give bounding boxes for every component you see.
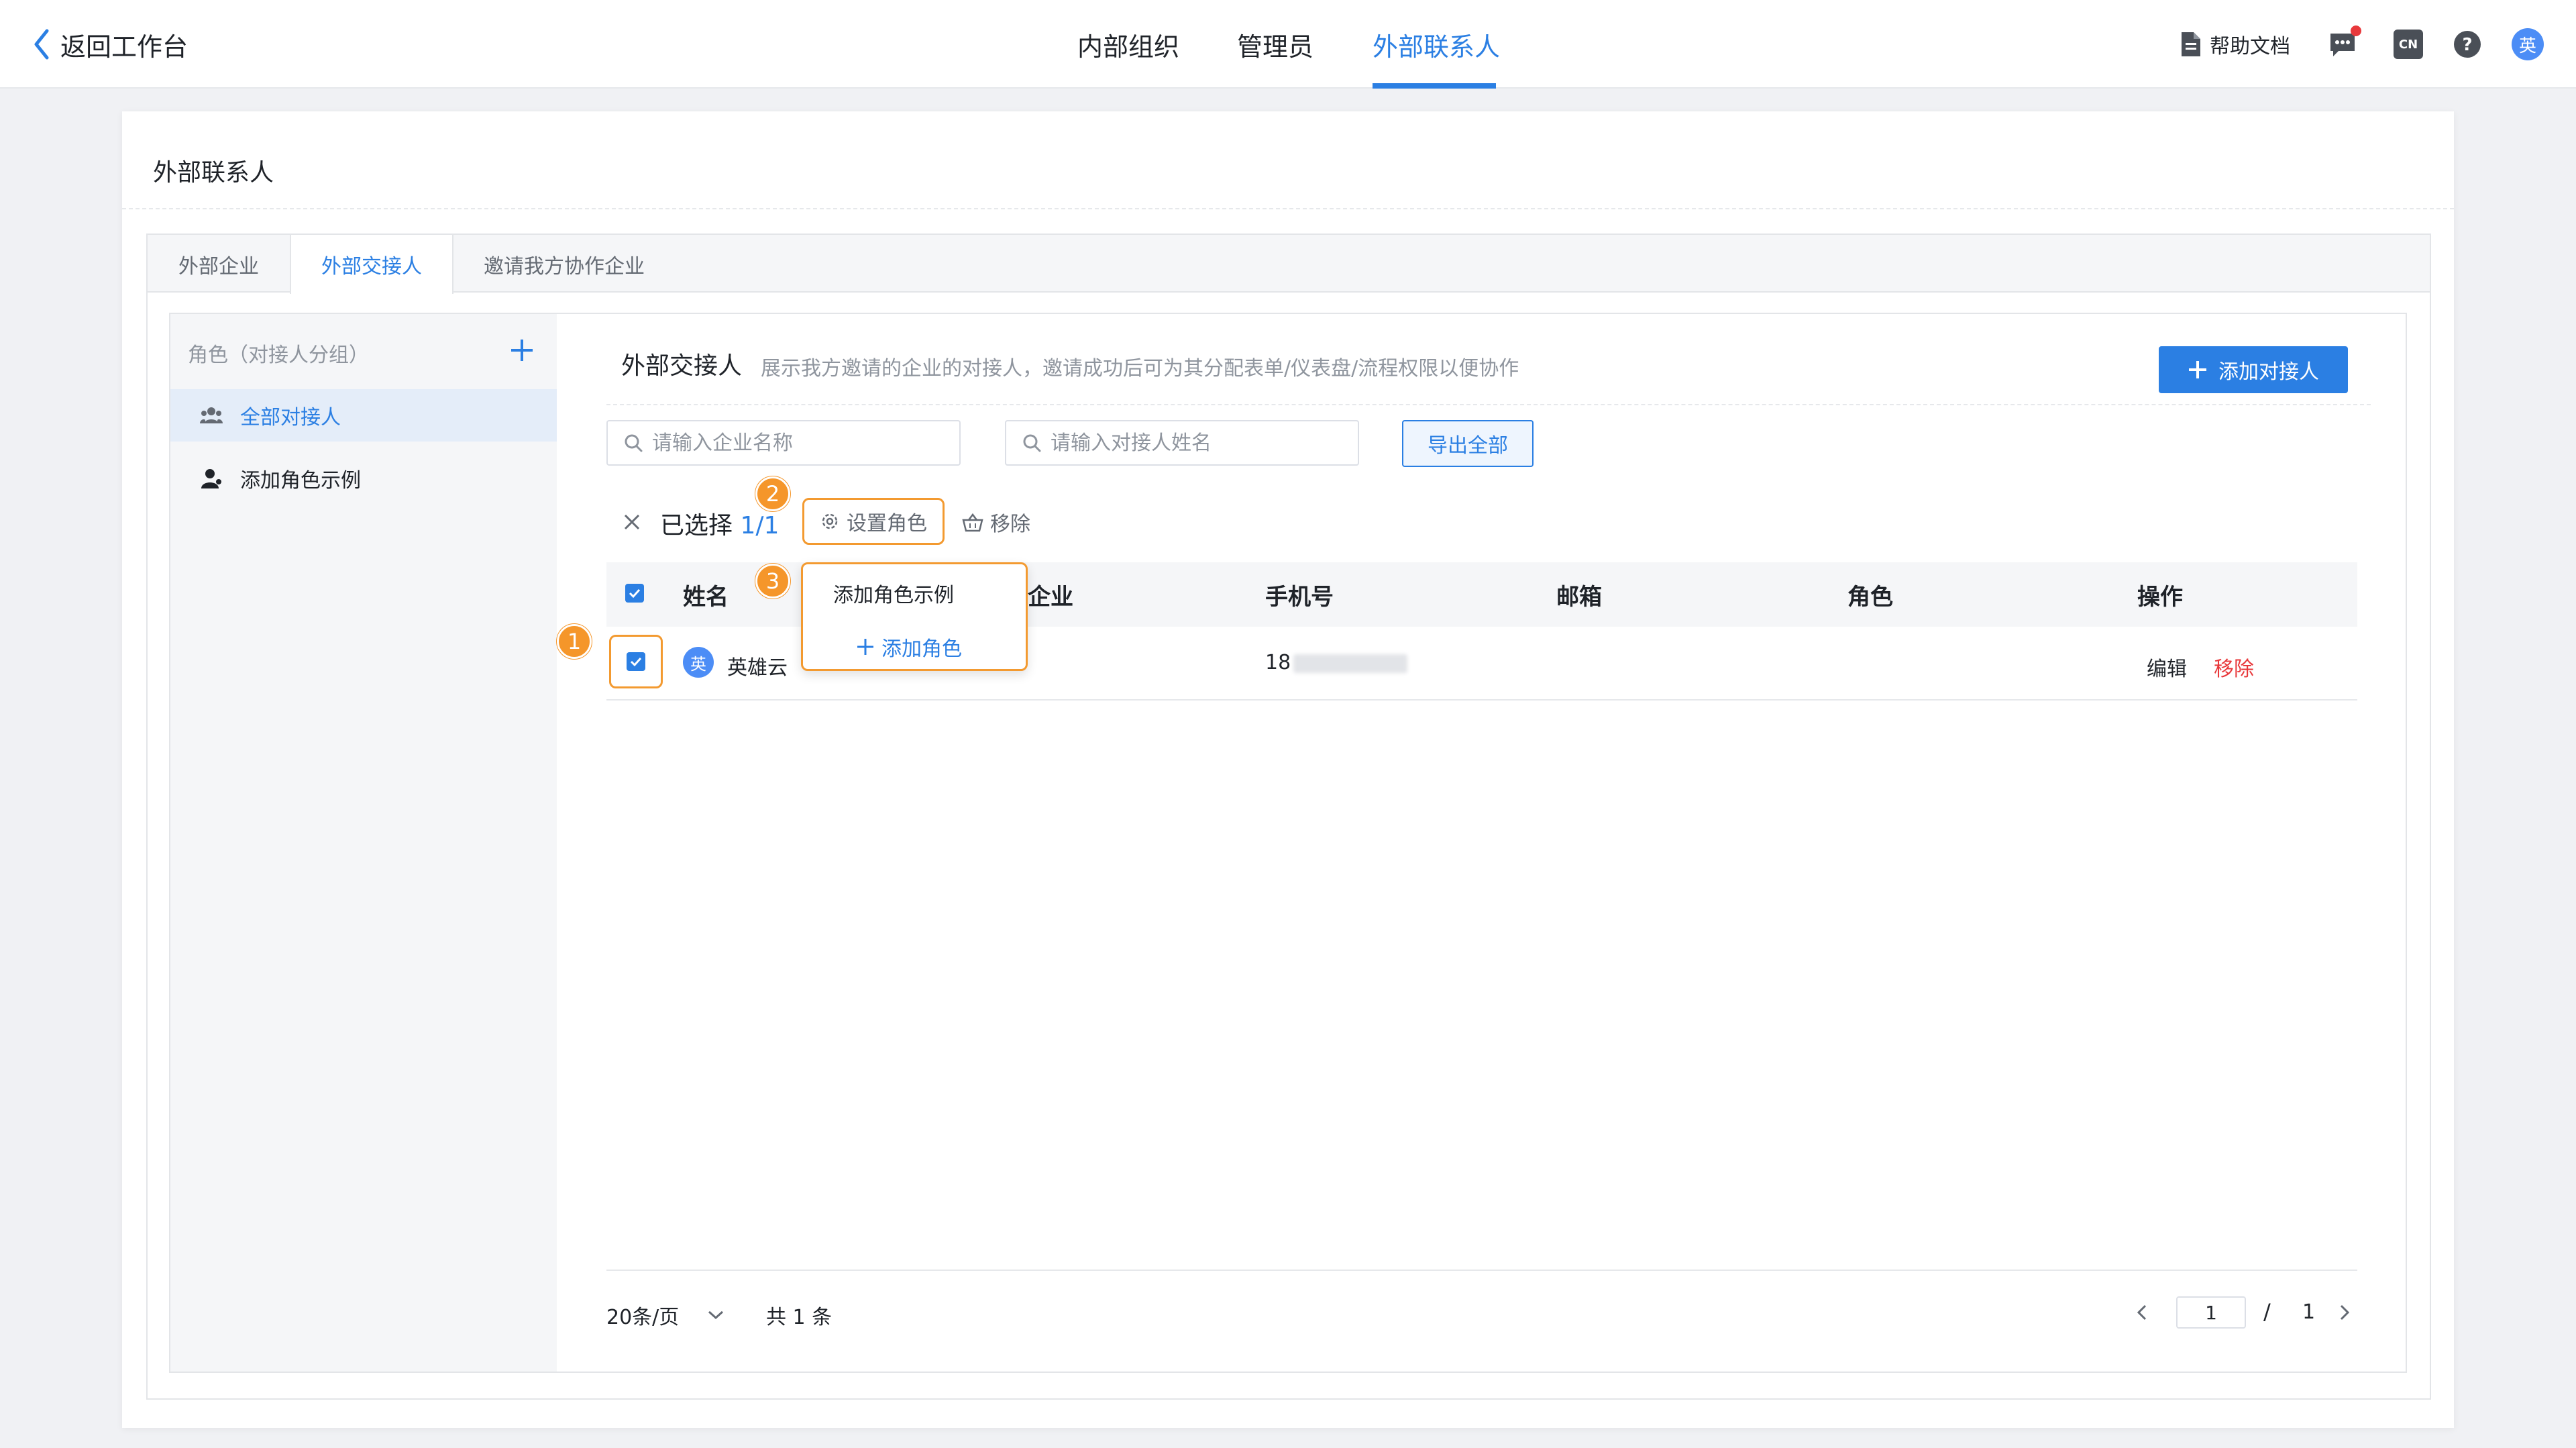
total-count: 共 1 条: [766, 1306, 833, 1329]
set-role-button[interactable]: 设置角色: [802, 498, 945, 545]
page-size-select[interactable]: 20条/页: [606, 1300, 724, 1330]
edit-link[interactable]: 编辑: [2147, 652, 2187, 682]
selection-count: 1/1: [740, 512, 780, 539]
title-divider: [122, 208, 2454, 209]
add-contact-button[interactable]: 添加对接人: [2159, 346, 2348, 393]
add-role-plus-icon[interactable]: [507, 335, 537, 365]
section-description: 展示我方邀请的企业的对接人，邀请成功后可为其分配表单/仪表盘/流程权限以便协作: [761, 357, 1519, 380]
contact-phone: 18: [1265, 651, 1408, 674]
page-number-input[interactable]: [2176, 1296, 2246, 1329]
check-icon: [629, 588, 641, 599]
back-label: 返回工作台: [60, 32, 189, 62]
remove-link[interactable]: 移除: [2214, 652, 2254, 682]
selection-status: 已选择 1/1: [660, 506, 779, 541]
contact-search-box: [1005, 420, 1359, 466]
column-header-role: 角色: [1847, 584, 1893, 611]
role-option-example[interactable]: 添加角色示例: [833, 578, 954, 608]
check-icon: [630, 657, 642, 667]
step-marker-2: 2: [755, 476, 790, 511]
plus-icon: [2189, 361, 2206, 378]
column-header-email: 邮箱: [1556, 584, 1602, 611]
next-page-icon[interactable]: [2333, 1302, 2355, 1323]
export-all-button[interactable]: 导出全部: [1402, 420, 1534, 467]
batch-remove-button[interactable]: 移除: [962, 507, 1030, 537]
help-question-icon[interactable]: ?: [2453, 30, 2482, 59]
plus-icon: [857, 639, 873, 655]
tab-external-contacts[interactable]: 外部联系人: [1373, 0, 1500, 89]
active-tab-indicator: [1373, 83, 1496, 89]
contact-search-input[interactable]: [1051, 431, 1358, 455]
section-title: 外部交接人: [621, 352, 743, 380]
sidebar-item-label: 添加角色示例: [240, 469, 361, 493]
sidebar-item-all-contacts[interactable]: 全部对接人: [170, 389, 557, 442]
column-header-name: 姓名: [683, 584, 729, 611]
selection-prefix: 已选择: [660, 512, 733, 539]
chevron-left-icon: [34, 29, 49, 60]
gear-icon: [822, 513, 838, 529]
search-icon: [625, 434, 643, 452]
page-title: 外部联系人: [153, 159, 274, 187]
document-icon: [2182, 32, 2200, 56]
back-to-workbench-link[interactable]: 返回工作台: [32, 25, 188, 63]
add-contact-label: 添加对接人: [2218, 360, 2319, 384]
group-icon: [200, 407, 223, 423]
close-icon[interactable]: [621, 511, 643, 533]
page-size-label: 20条/页: [606, 1306, 680, 1329]
user-icon: [201, 469, 221, 488]
tab-admins[interactable]: 管理员: [1237, 0, 1313, 89]
step-marker-3: 3: [755, 564, 790, 599]
sidebar-item-label: 全部对接人: [240, 406, 341, 429]
tab-internal-org[interactable]: 内部组织: [1077, 0, 1179, 89]
help-docs-label: 帮助文档: [2210, 35, 2290, 58]
phone-prefix: 18: [1265, 651, 1291, 674]
add-role-label: 添加角色: [881, 637, 962, 661]
column-header-company: 企业: [1028, 584, 1073, 611]
set-role-label: 设置角色: [847, 512, 927, 535]
step-marker-1: 1: [557, 624, 592, 659]
page-total: 1: [2302, 1300, 2316, 1324]
sub-tab-external-handover[interactable]: 外部交接人: [290, 235, 453, 294]
add-role-option[interactable]: 添加角色: [856, 632, 962, 662]
role-sidebar-header: 角色（对接人分组）: [188, 344, 369, 367]
contact-name: 英雄云: [727, 656, 788, 680]
batch-remove-label: 移除: [990, 513, 1030, 536]
search-icon: [1023, 434, 1041, 452]
basket-icon: [962, 513, 983, 532]
row-checkbox-highlight: [609, 635, 663, 688]
select-all-checkbox[interactable]: [625, 584, 644, 603]
company-search-input[interactable]: [652, 431, 959, 455]
row-divider: [606, 699, 2357, 701]
sub-tab-invite-collab[interactable]: 邀请我方协作企业: [453, 235, 675, 294]
header-divider: [606, 404, 2371, 405]
column-header-phone: 手机号: [1265, 584, 1334, 611]
chevron-down-icon: [708, 1310, 724, 1320]
prev-page-icon[interactable]: [2132, 1302, 2153, 1323]
notification-dot: [2351, 25, 2361, 36]
column-header-actions: 操作: [2137, 584, 2183, 611]
user-avatar[interactable]: 英: [2512, 28, 2544, 60]
phone-redacted: [1293, 654, 1408, 673]
row-checkbox[interactable]: [627, 652, 645, 671]
contact-avatar: 英: [683, 647, 714, 678]
company-search-box: [606, 420, 961, 466]
page-separator: /: [2263, 1299, 2271, 1325]
svg-text:?: ?: [2462, 35, 2472, 55]
pagination-divider: [606, 1270, 2357, 1271]
language-switch-icon[interactable]: CN: [2394, 30, 2423, 59]
help-docs-link[interactable]: 帮助文档: [2180, 30, 2290, 59]
sidebar-item-role-example[interactable]: 添加角色示例: [170, 452, 557, 505]
sub-tab-external-companies[interactable]: 外部企业: [148, 235, 290, 294]
